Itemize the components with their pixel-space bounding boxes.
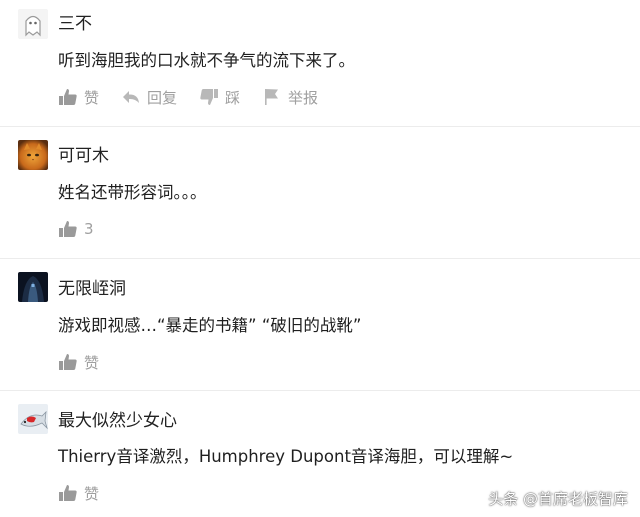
cat-avatar-icon xyxy=(18,140,48,170)
comment-username[interactable]: 无限峌洞 xyxy=(58,279,126,299)
like-count: 3 xyxy=(84,220,94,238)
comment-text: 姓名还带形容词。。。 xyxy=(58,183,207,202)
comment-actions: 3 xyxy=(58,218,116,240)
like-button[interactable]: 3 xyxy=(58,220,94,238)
ghost-avatar-icon xyxy=(18,9,48,39)
thumbs-up-icon xyxy=(59,485,77,501)
thumbs-up-icon xyxy=(59,221,77,237)
reply-button[interactable]: 回复 xyxy=(121,87,177,108)
watermark: 头条 @首席老板智库 xyxy=(488,490,628,508)
dislike-button[interactable]: 踩 xyxy=(199,87,240,108)
thumbs-up-icon xyxy=(59,89,77,105)
like-label: 赞 xyxy=(84,484,100,503)
dislike-label: 踩 xyxy=(225,88,241,107)
report-button[interactable]: 举报 xyxy=(262,87,318,108)
comment-text: 听到海胆我的口水就不争气的流下来了。 xyxy=(58,51,355,70)
like-button[interactable]: 赞 xyxy=(58,352,99,373)
reply-icon xyxy=(123,91,140,103)
thumbs-up-icon xyxy=(59,354,77,370)
divider xyxy=(0,258,640,259)
fish-avatar-icon xyxy=(18,404,48,434)
divider xyxy=(0,126,640,127)
comment-username[interactable]: 最大似然少女心 xyxy=(58,411,177,431)
dark-figure-avatar-icon xyxy=(18,272,48,302)
thumbs-down-icon xyxy=(200,89,219,105)
comment-username[interactable]: 可可木 xyxy=(58,146,109,166)
avatar[interactable] xyxy=(18,9,48,39)
comment-actions: 赞 回复 踩 举报 xyxy=(58,86,340,108)
comment-text: Thierry音译激烈，Humphrey Dupont音译海胆，可以理解~ xyxy=(58,447,514,466)
comment-actions: 赞 xyxy=(58,482,121,504)
avatar[interactable] xyxy=(18,140,48,170)
comment-actions: 赞 xyxy=(58,351,121,373)
flag-icon xyxy=(265,89,279,105)
comment-username[interactable]: 三不 xyxy=(58,14,92,34)
reply-label: 回复 xyxy=(147,88,178,107)
like-label: 赞 xyxy=(84,88,100,107)
avatar[interactable] xyxy=(18,404,48,434)
like-button[interactable]: 赞 xyxy=(58,483,99,504)
like-button[interactable]: 赞 xyxy=(58,87,99,108)
comment-text: 游戏即视感…“暴走的书籍” “破旧的战靴” xyxy=(58,316,362,335)
report-label: 举报 xyxy=(288,88,319,107)
divider xyxy=(0,390,640,391)
like-label: 赞 xyxy=(84,353,100,372)
avatar[interactable] xyxy=(18,272,48,302)
